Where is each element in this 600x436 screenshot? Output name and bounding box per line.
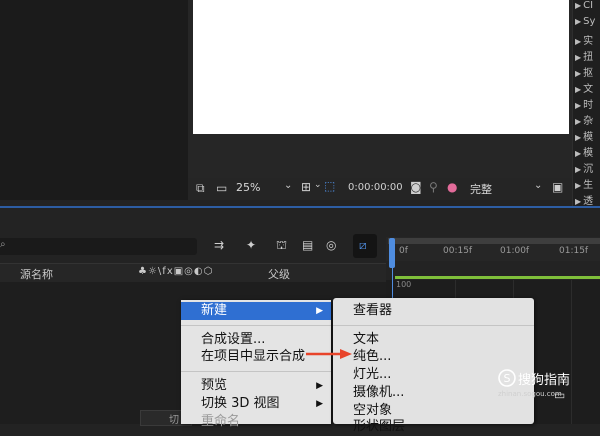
- effects-category[interactable]: ▶ 沉: [575, 160, 593, 175]
- ruler-tick-label: 0f: [399, 246, 408, 256]
- resolution-value[interactable]: 完整: [470, 181, 492, 197]
- region-of-interest-icon[interactable]: ⬚: [324, 179, 335, 193]
- composition-canvas[interactable]: [193, 0, 569, 134]
- menu-divider: [333, 325, 534, 326]
- switches-icons[interactable]: ♣☼\fx▣◎◐⬡: [138, 266, 213, 277]
- effects-category[interactable]: ▶ 模: [575, 144, 593, 159]
- effects-category[interactable]: ▶ 模: [575, 128, 593, 143]
- effects-category[interactable]: ▶ 抠: [575, 64, 593, 79]
- menu-item-switch-3d-view[interactable]: 切换 3D 视图 ▶: [181, 395, 331, 413]
- time-navigator[interactable]: [388, 238, 600, 244]
- chevron-right-icon: ▶: [316, 381, 323, 391]
- annotation-arrow: [306, 349, 352, 359]
- graph-editor-button[interactable]: ⧄: [353, 234, 377, 258]
- watermark-brand: 搜狗指南: [518, 373, 571, 388]
- track-label: 100: [396, 280, 412, 289]
- effects-category[interactable]: ▶ 时: [575, 96, 593, 111]
- effects-category[interactable]: ▶ CI: [575, 0, 593, 11]
- submenu-item-shape-layer[interactable]: 形状图层: [333, 418, 534, 436]
- effects-category[interactable]: ▶ Sy: [575, 16, 595, 27]
- ruler-tick-label: 01:00f: [500, 246, 530, 256]
- menu-item-preview[interactable]: 预览 ▶: [181, 377, 331, 395]
- motion-blur-icon[interactable]: ◎: [326, 238, 336, 252]
- layer-search-input[interactable]: ⌕: [0, 238, 197, 255]
- viewer-toolbar: ⧉ ▭ 25% ⌄ ⊞ ⌄ ⬚ 0:00:00:00 ◙ ⚲ ● 完整 ⌄ ▣: [188, 178, 572, 200]
- layer-column-header: 源名称 ♣☼\fx▣◎◐⬡ 父级: [0, 263, 386, 283]
- comp-mini-flowchart-icon[interactable]: ⇉: [214, 238, 224, 252]
- svg-text:S: S: [504, 372, 511, 385]
- context-menu: 新建 ▶ 合成设置... 在项目中显示合成 预览 ▶ 切换 3D 视图 ▶ 重命…: [181, 300, 331, 429]
- sogou-logo-icon: S: [498, 369, 516, 387]
- search-icon: ⌕: [0, 239, 6, 250]
- frame-blending-icon[interactable]: ▤: [302, 238, 313, 252]
- timecode[interactable]: 0:00:00:00: [348, 182, 403, 193]
- shy-layers-icon[interactable]: ⛫: [276, 238, 287, 254]
- channel-icon[interactable]: ●: [447, 180, 457, 194]
- chevron-right-icon: ▶: [316, 399, 323, 409]
- effects-category[interactable]: ▶ 扭: [575, 48, 593, 63]
- zoom-value[interactable]: 25%: [236, 181, 260, 194]
- menu-item-rename[interactable]: 重命名: [181, 413, 331, 431]
- camera-snapshot-icon[interactable]: ◙: [410, 180, 422, 194]
- ruler-tick-label: 01:15f: [559, 246, 589, 256]
- grid-icon[interactable]: ⊞: [301, 180, 311, 194]
- fast-preview-icon[interactable]: ▣: [552, 180, 563, 194]
- parent-column[interactable]: 父级: [268, 266, 290, 282]
- show-snapshot-icon[interactable]: ⚲: [429, 180, 438, 194]
- effects-category[interactable]: ▶ 文: [575, 80, 593, 95]
- menu-divider: [181, 371, 331, 372]
- draft-3d-icon[interactable]: ✦: [246, 238, 256, 252]
- effects-category[interactable]: ▶ 杂: [575, 112, 593, 127]
- ruler-tick-label: 00:15f: [443, 246, 473, 256]
- menu-divider: [181, 325, 331, 326]
- snapshot-display-icon[interactable]: ⧉: [196, 181, 205, 196]
- menu-item-composition-settings[interactable]: 合成设置...: [181, 331, 331, 349]
- chevron-down-icon[interactable]: ⌄: [534, 180, 542, 191]
- chevron-down-icon[interactable]: ⌄: [314, 180, 322, 190]
- menu-item-new[interactable]: 新建 ▶: [181, 302, 331, 320]
- current-time-indicator[interactable]: [389, 238, 395, 268]
- watermark: S 搜狗指南 zhinan.sogou.com ▭: [496, 368, 600, 408]
- effects-category[interactable]: ▶ 透: [575, 192, 593, 207]
- chevron-down-icon[interactable]: ⌄: [284, 180, 292, 191]
- source-name-column[interactable]: 源名称: [20, 266, 53, 282]
- submenu-item-solid[interactable]: 纯色...: [333, 348, 534, 366]
- effects-category[interactable]: ▶ 生: [575, 176, 593, 191]
- effects-category[interactable]: ▶ 实: [575, 32, 593, 47]
- watermark-url: zhinan.sogou.com: [498, 390, 562, 398]
- folder-icon: ▭: [554, 388, 566, 402]
- effects-presets-panel: ▶ CI ▶ Sy ▶ 实 ▶ 扭 ▶ 抠 ▶ 文 ▶ 时 ▶ 杂 ▶ 模 ▶ 模 ▶ 沉 ▶ 生 ▶ 透: [572, 0, 600, 207]
- submenu-item-text[interactable]: 文本: [333, 331, 534, 349]
- submenu-item-viewer[interactable]: 查看器: [333, 302, 534, 320]
- monitor-icon[interactable]: ▭: [216, 181, 227, 195]
- graph-editor-icon: ⧄: [359, 238, 367, 252]
- chevron-right-icon: ▶: [316, 306, 323, 316]
- work-area-bar[interactable]: [395, 276, 600, 279]
- project-panel: [0, 0, 188, 200]
